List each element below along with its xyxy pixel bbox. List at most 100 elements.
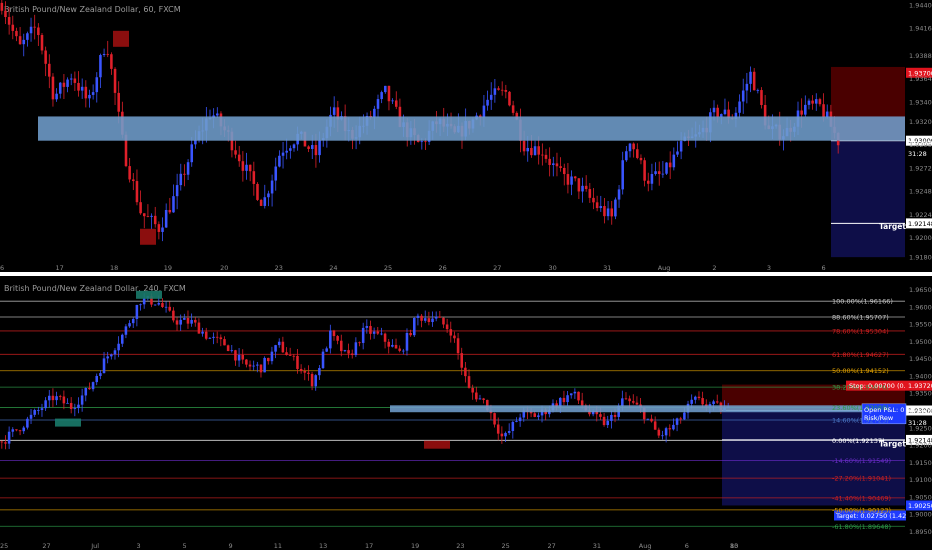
- candle-body: [394, 100, 398, 107]
- candle-body: [467, 376, 471, 388]
- candle-body: [515, 421, 518, 422]
- candle-body: [117, 343, 120, 351]
- candle-body: [573, 176, 577, 179]
- price-label: 1.93720: [908, 382, 932, 390]
- candle-body: [142, 213, 146, 217]
- candle-body: [749, 71, 752, 84]
- candle-body: [588, 189, 592, 198]
- price-label: 1.92148: [908, 436, 932, 444]
- candle-body: [128, 166, 131, 180]
- candle-body: [110, 54, 113, 69]
- candle-body: [113, 350, 117, 355]
- candle-body: [33, 410, 36, 415]
- candle-body: [818, 99, 822, 105]
- candle-body: [661, 435, 664, 437]
- candle-body: [752, 71, 756, 91]
- candle-body: [464, 367, 467, 377]
- x-tick-label: 6: [822, 264, 826, 272]
- candle-body: [274, 166, 278, 181]
- fib-label: 0.00%(1.92137): [832, 437, 885, 445]
- candle-body: [318, 368, 321, 376]
- candle-body: [738, 101, 741, 113]
- candle-body: [701, 398, 704, 405]
- candle-body: [511, 105, 515, 113]
- candle-body: [445, 324, 449, 330]
- candle-body: [811, 100, 814, 104]
- candle-body: [760, 90, 763, 105]
- candle-body: [715, 401, 719, 403]
- candle-body: [15, 429, 18, 431]
- candle-body: [665, 162, 668, 174]
- candle-body: [22, 427, 26, 432]
- candle-body: [40, 408, 44, 411]
- candle-body: [157, 303, 161, 305]
- candle-body: [745, 83, 749, 91]
- candle-body: [183, 318, 186, 320]
- x-tick-label: 5: [183, 542, 187, 550]
- candle-body: [310, 145, 314, 149]
- candle-body: [62, 82, 66, 87]
- y-tick-label: 1.96500: [909, 286, 932, 294]
- candle-body: [212, 336, 215, 338]
- candle-body: [183, 173, 186, 175]
- candle-body: [62, 396, 66, 404]
- x-tick-label: 13: [730, 542, 738, 550]
- candle-body: [676, 151, 679, 155]
- candle-body: [624, 398, 628, 400]
- target-tag: Target: 0.02750 (1.42: [835, 512, 906, 520]
- candle-body: [402, 350, 405, 352]
- candle-body: [164, 306, 168, 308]
- pane-separator: [0, 272, 932, 276]
- candle-body: [252, 171, 256, 184]
- target-annotation: Target: [879, 439, 906, 448]
- y-tick-label: 1.95000: [909, 338, 932, 346]
- pane-0: [0, 0, 932, 262]
- candle-body: [562, 167, 566, 175]
- candle-body: [424, 141, 427, 143]
- candle-body: [365, 325, 369, 328]
- chart-canvas[interactable]: 1.944001.941601.938801.936401.934001.932…: [0, 0, 932, 550]
- y-tick-label: 1.89500: [909, 528, 932, 536]
- candle-body: [537, 146, 540, 155]
- y-tick-label: 1.91500: [909, 459, 932, 467]
- candle-body: [88, 94, 91, 99]
- candle-body: [336, 336, 339, 341]
- candle-body: [376, 99, 380, 109]
- candle-body: [139, 304, 142, 306]
- candle-body: [822, 104, 825, 118]
- candle-body: [219, 337, 223, 340]
- y-tick-label: 1.92000: [909, 234, 932, 242]
- candle-body: [672, 154, 676, 168]
- candle-body: [193, 319, 197, 323]
- resistance-zone: [390, 405, 905, 413]
- candle-body: [161, 303, 164, 307]
- candle-body: [88, 387, 91, 390]
- candle-body: [146, 216, 150, 217]
- candle-body: [117, 92, 120, 112]
- resistance-zone: [38, 116, 905, 141]
- candle-body: [307, 372, 310, 374]
- candle-body: [449, 329, 453, 336]
- x-tick-label: Aug: [658, 264, 671, 272]
- candle-body: [110, 354, 113, 357]
- candle-body: [48, 63, 51, 77]
- candle-body: [380, 333, 383, 335]
- candle-body: [361, 327, 365, 343]
- x-tick-label: 2: [712, 264, 716, 272]
- candle-body: [391, 344, 394, 347]
- candle-body: [292, 144, 296, 149]
- y-tick-label: 1.92720: [909, 164, 932, 172]
- candle-body: [384, 85, 387, 93]
- candle-body: [33, 26, 36, 28]
- candle-body: [570, 176, 573, 185]
- candle-body: [321, 351, 325, 369]
- x-tick-label: 13: [319, 542, 327, 550]
- candle-body: [354, 342, 358, 356]
- candle-body: [533, 146, 537, 156]
- y-tick-label: 1.94160: [909, 25, 932, 33]
- candle-body: [318, 140, 321, 156]
- y-tick-label: 1.93880: [909, 52, 932, 60]
- candle-body: [610, 414, 613, 421]
- candle-body: [471, 387, 474, 393]
- candle-body: [0, 441, 4, 443]
